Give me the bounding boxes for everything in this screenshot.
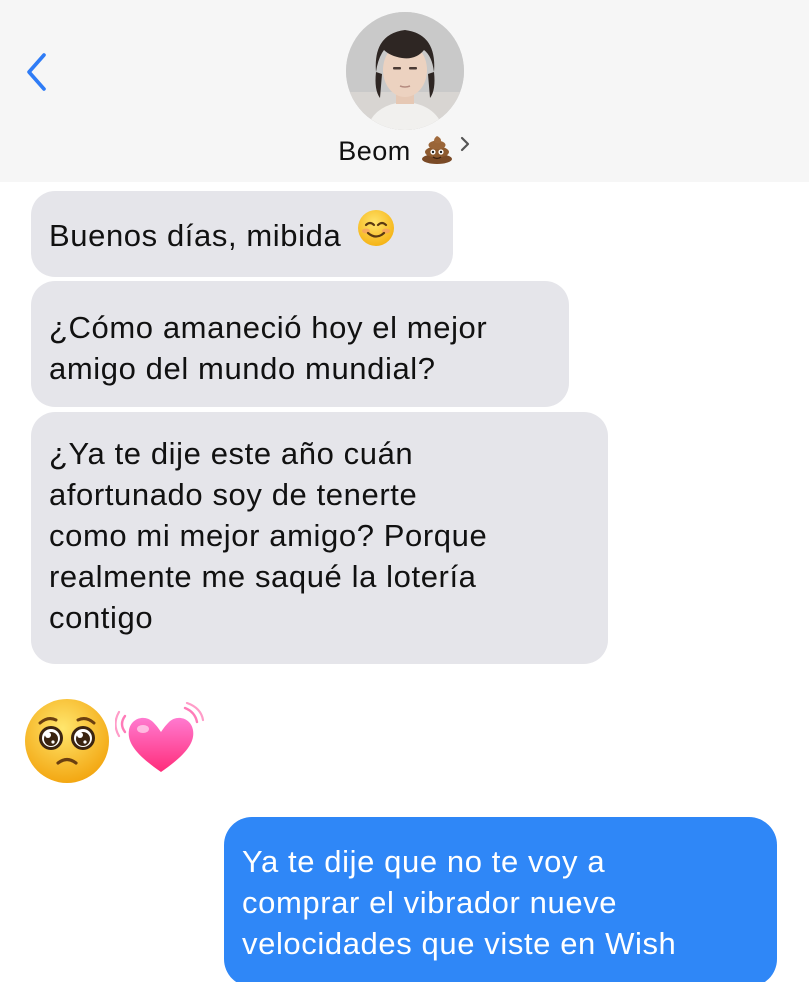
chevron-right-icon — [459, 136, 471, 157]
conversation-header: Beom — [0, 0, 809, 182]
received-message-bubble[interactable]: ¿Ya te dije este año cuán afortunado soy… — [31, 412, 608, 664]
received-message-bubble[interactable]: ¿Cómo amaneció hoy el mejor amigo del mu… — [31, 281, 569, 407]
message-text-line: realmente me saqué la lotería — [49, 559, 477, 594]
sent-message-bubble[interactable]: Ya te dije que no te voy a comprar el vi… — [224, 817, 777, 982]
message-text-line: velocidades que viste en Wish — [242, 926, 677, 961]
received-emoji-message[interactable] — [22, 696, 222, 786]
message-text-line: contigo — [49, 600, 154, 635]
message-text-line: amigo del mundo mundial? — [49, 351, 436, 386]
smiling-face-icon — [357, 209, 395, 257]
message-text-line: ¿Ya te dije este año cuán — [49, 436, 414, 471]
contact-title[interactable]: Beom — [0, 134, 809, 178]
message-text-line: ¿Cómo amaneció hoy el mejor — [49, 310, 488, 345]
pleading-face-icon — [22, 696, 112, 791]
message-text-line: afortunado soy de tenerte — [49, 477, 418, 512]
message-text-line: comprar el vibrador nueve — [242, 885, 618, 920]
message-text-line: como mi mejor amigo? Porque — [49, 518, 488, 553]
contact-name: Beom — [338, 136, 411, 166]
received-message-bubble[interactable]: Buenos días, mibida — [31, 191, 453, 277]
message-text-line: Ya te dije que no te voy a — [242, 844, 606, 879]
beating-heart-icon — [114, 701, 207, 783]
back-chevron-icon[interactable] — [20, 50, 54, 94]
poop-icon — [421, 134, 453, 169]
contact-avatar[interactable] — [346, 12, 464, 130]
conversation-screen: Beom Buenos días, mibida ¿Cómo amaneció … — [0, 0, 809, 982]
message-text: Buenos días, mibida — [49, 218, 342, 254]
